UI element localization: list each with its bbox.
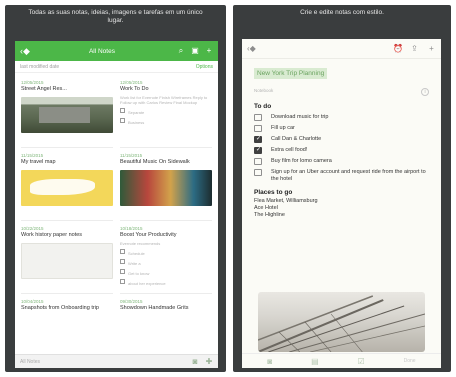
view-icon[interactable]: ▣ (191, 47, 199, 55)
todo-checkbox-checked[interactable] (254, 147, 262, 154)
places-list: Flea Market, Williamsburg Ace Hotel The … (254, 198, 441, 219)
note-thumbnail-photo (120, 169, 212, 206)
todo-list: Download music for trip Fill up car Call… (254, 114, 441, 183)
notes-toolbar: ‹◆ All Notes ⌕ ▣ + (15, 41, 218, 61)
note-card[interactable]: 10/22/2015 Work history paper notes (21, 221, 113, 294)
todo-item: Download music for trip (254, 114, 431, 121)
note-thumbnail-house (21, 96, 113, 133)
note-checkbox: Get to know (120, 268, 212, 276)
note-checkbox: Schedule (120, 248, 212, 256)
note-card[interactable]: 10/18/2015 Boost Your Productivity Evern… (120, 221, 212, 294)
todo-text[interactable]: Extra cell food! (271, 147, 307, 154)
left-caption: Todas as suas notas, ideias, imagens e t… (28, 9, 203, 24)
note-date: 11/15/2015 (120, 153, 143, 158)
notes-grid: 12/05/2015 Street Angel Res... 12/05/201… (15, 73, 218, 367)
done-button[interactable]: Done (404, 358, 416, 364)
todo-checkbox[interactable] (254, 114, 262, 121)
places-heading: Places to go (254, 189, 293, 196)
notebook-label[interactable]: Notebook (254, 88, 273, 96)
note-thumbnail-sketch (21, 242, 113, 279)
back-arrow-icon[interactable]: ‹◆ (247, 44, 256, 53)
attach-icon[interactable]: ▤ (311, 357, 319, 366)
todo-checkbox[interactable] (254, 125, 262, 132)
checkbox-icon[interactable]: ☑ (358, 357, 365, 366)
notes-bottom-bar: All Notes ◙ ✚ (15, 354, 218, 368)
todo-text[interactable]: Sign up for an Uber account and request … (271, 169, 431, 183)
note-title: Work history paper notes (21, 232, 83, 238)
share-icon[interactable]: ⇪ (410, 44, 419, 53)
todo-text[interactable]: Download music for trip (271, 114, 328, 121)
right-caption: Crie e edite notas com estilo. (300, 9, 384, 16)
bottom-label: All Notes (20, 358, 41, 365)
add-icon[interactable]: + (205, 47, 213, 55)
camera-icon[interactable]: ◙ (267, 357, 272, 366)
note-title: Snapshots from Onboarding trip (21, 305, 99, 311)
note-snippet: Work list for Evernote Finish Wireframes… (120, 94, 208, 105)
note-date: 12/05/2015 (120, 80, 143, 85)
note-toolbar: ‹◆ ⏰ ⇪ + (242, 39, 441, 59)
todo-heading: To do (254, 103, 272, 110)
note-meta: Notebook i (242, 80, 441, 96)
note-title: Beautiful Music On Sidewalk (120, 159, 190, 165)
search-icon[interactable]: ⌕ (177, 47, 185, 55)
note-checkbox: about her experience (120, 278, 212, 286)
note-card[interactable]: 12/05/2015 Work To Do Work list for Ever… (120, 75, 212, 148)
camera-icon[interactable]: ◙ (191, 357, 199, 366)
right-panel: Crie e edite notas com estilo. ‹◆ ⏰ ⇪ + … (233, 5, 451, 372)
note-date: 10/04/2015 (21, 299, 44, 304)
sort-label[interactable]: last modified date (20, 64, 59, 70)
note-title: Work To Do (120, 86, 149, 92)
place-item[interactable]: Ace Hotel (254, 205, 441, 212)
note-title: Boost Your Productivity (120, 232, 177, 238)
todo-item: Fill up car (254, 125, 431, 132)
todo-text[interactable]: Buy film for lomo camera (271, 158, 332, 165)
note-date: 12/05/2015 (21, 80, 44, 85)
plus-icon[interactable]: ✚ (205, 357, 213, 366)
todo-checkbox[interactable] (254, 158, 262, 165)
notes-title[interactable]: All Notes (33, 48, 171, 55)
left-panel: Todas as suas notas, ideias, imagens e t… (5, 5, 226, 372)
note-title: Street Angel Res... (21, 86, 67, 92)
note-card[interactable]: 12/05/2015 Street Angel Res... (21, 75, 113, 148)
options-link[interactable]: Options (196, 64, 213, 70)
todo-item: Call Dan & Charlotte (254, 136, 431, 143)
bridge-photo[interactable] (258, 292, 425, 352)
todo-item: Buy film for lomo camera (254, 158, 431, 165)
bridge-photo-graphic (258, 295, 425, 352)
place-item[interactable]: Flea Market, Williamsburg (254, 198, 441, 205)
note-snippet: Evernote recommends (120, 240, 161, 246)
note-title-field[interactable]: New York Trip Planning (254, 68, 328, 79)
note-title: Showdown Handmade Grits (120, 305, 189, 311)
left-phone-screen: ‹◆ All Notes ⌕ ▣ + last modified date Op… (15, 41, 218, 368)
note-title: My travel map (21, 159, 56, 165)
editor-bottom-bar: ◙ ▤ ☑ Done (242, 353, 441, 368)
reminder-icon[interactable]: ⏰ (393, 44, 403, 53)
note-date: 10/18/2015 (120, 226, 143, 231)
todo-text[interactable]: Call Dan & Charlotte (271, 136, 321, 143)
note-checkbox: Separate (120, 107, 212, 115)
todo-item: Extra cell food! (254, 147, 431, 154)
add-icon[interactable]: + (427, 44, 436, 53)
sort-bar: last modified date Options (15, 61, 218, 73)
note-checkbox: Write a (120, 258, 212, 266)
note-thumbnail-map (21, 169, 113, 206)
note-checkbox: Business (120, 117, 212, 125)
right-phone-screen: ‹◆ ⏰ ⇪ + New York Trip Planning Notebook… (242, 39, 441, 368)
todo-checkbox[interactable] (254, 169, 262, 176)
note-date: 11/15/2015 (21, 153, 44, 158)
note-date: 10/22/2015 (21, 226, 44, 231)
note-card[interactable]: 11/15/2015 My travel map (21, 148, 113, 221)
info-icon[interactable]: i (421, 88, 429, 96)
place-item[interactable]: The Highline (254, 212, 441, 219)
note-date: 09/30/2015 (120, 299, 143, 304)
todo-text[interactable]: Fill up car (271, 125, 295, 132)
todo-checkbox-checked[interactable] (254, 136, 262, 143)
todo-item: Sign up for an Uber account and request … (254, 169, 431, 183)
note-card[interactable]: 11/15/2015 Beautiful Music On Sidewalk (120, 148, 212, 221)
back-arrow-icon[interactable]: ‹◆ (20, 46, 30, 57)
